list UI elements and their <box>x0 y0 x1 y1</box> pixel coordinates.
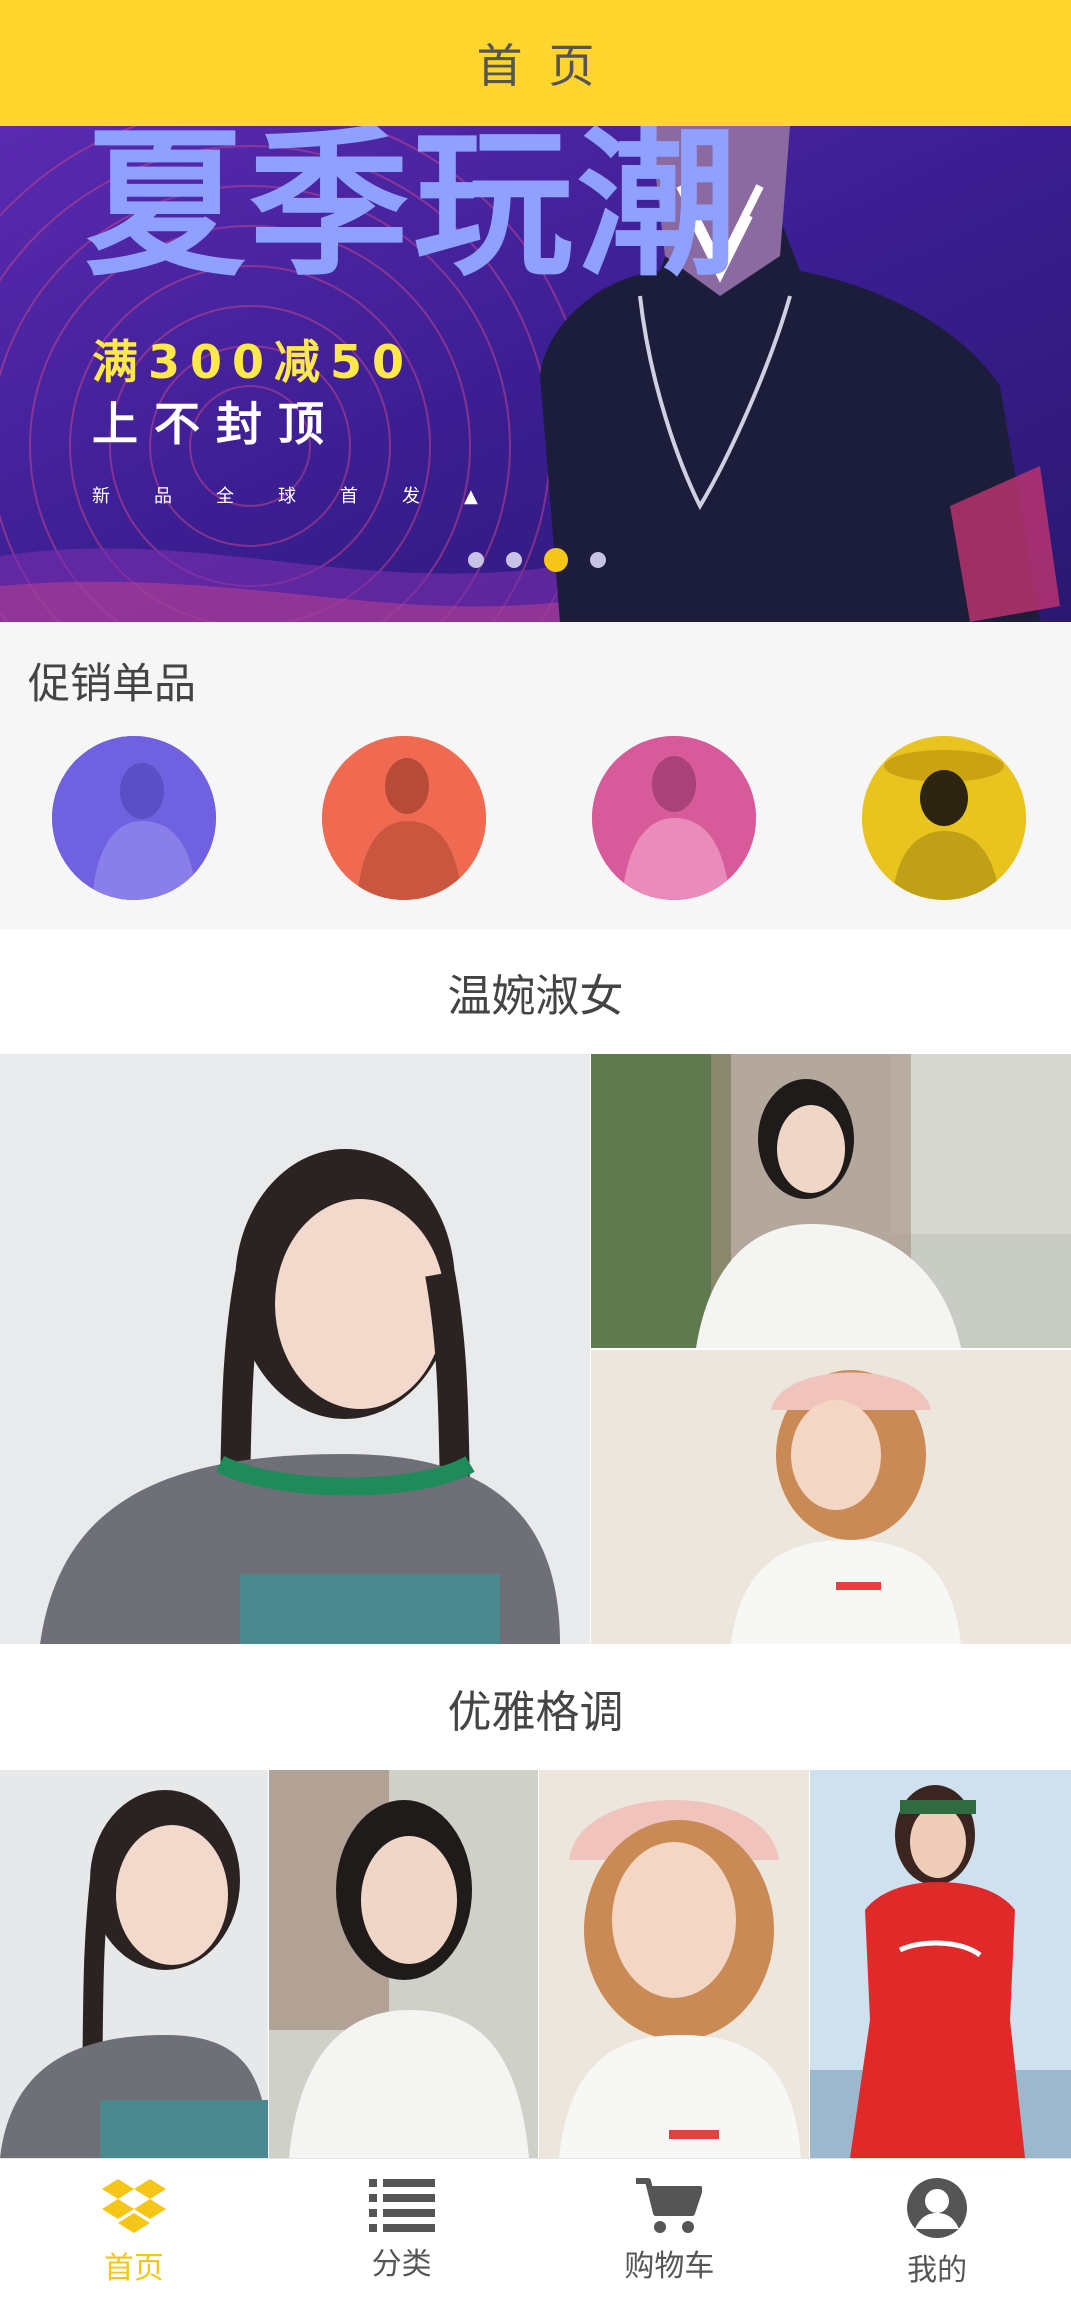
page-title: 首页 <box>476 39 621 93</box>
promo-item-image <box>862 736 1026 900</box>
banner-tagline: 新品全球首发▲ <box>92 486 522 507</box>
bottom-tab-bar: 首页 分类 购物车 我的 <box>0 2158 1071 2307</box>
carousel-indicator <box>468 548 606 572</box>
photo-placeholder <box>591 1054 1071 1348</box>
dropbox-icon <box>101 2179 166 2233</box>
carousel-dot[interactable] <box>468 552 484 568</box>
promo-title: 促销单品 <box>28 659 197 708</box>
photo-placeholder <box>810 1770 1071 2158</box>
photo-placeholder <box>591 1350 1071 1644</box>
tab-label-profile: 我的 <box>907 2253 968 2288</box>
product-image-braids[interactable] <box>0 1054 590 1644</box>
product-image-white-shirt-2[interactable] <box>269 1770 538 2158</box>
tab-category[interactable]: 分类 <box>268 2159 536 2307</box>
product-image-pink-cap[interactable] <box>591 1350 1071 1644</box>
promo-item-3[interactable] <box>592 736 756 900</box>
product-image-pink-cap-2[interactable] <box>539 1770 809 2158</box>
promo-section: 促销单品 <box>0 622 1071 930</box>
user-icon <box>907 2178 968 2238</box>
promo-item-4[interactable] <box>862 736 1026 900</box>
tab-label-cart: 购物车 <box>624 2249 715 2284</box>
promo-item-1[interactable] <box>52 736 216 900</box>
product-image-red-dress[interactable] <box>810 1770 1071 2158</box>
promo-item-image <box>592 736 756 900</box>
promo-item-image <box>52 736 216 900</box>
tab-profile[interactable]: 我的 <box>803 2159 1071 2307</box>
product-image-braids-2[interactable] <box>0 1770 268 2158</box>
tab-label-home: 首页 <box>103 2251 164 2286</box>
section-title-gentle: 温婉淑女 <box>447 971 624 1022</box>
section-title-elegant: 优雅格调 <box>447 1687 624 1738</box>
list-icon <box>368 2179 435 2232</box>
banner-offer: 满300减50 <box>92 335 415 389</box>
promo-banner[interactable]: 夏季玩潮 满300减50 上不封顶 新品全球首发▲ <box>0 126 1071 622</box>
carousel-dot-active[interactable] <box>544 548 568 572</box>
product-image-white-shirt[interactable] <box>591 1054 1071 1348</box>
promo-item-image <box>322 736 486 900</box>
cart-icon <box>636 2178 703 2233</box>
promo-item-2[interactable] <box>322 736 486 900</box>
carousel-dot[interactable] <box>506 552 522 568</box>
photo-placeholder <box>269 1770 538 2158</box>
tab-home[interactable]: 首页 <box>0 2159 268 2307</box>
carousel-dot[interactable] <box>590 552 606 568</box>
tab-label-category: 分类 <box>371 2247 432 2282</box>
banner-headline: 夏季玩潮 <box>85 126 742 298</box>
banner-subline: 上不封顶 <box>92 397 340 451</box>
tab-cart[interactable]: 购物车 <box>536 2159 804 2307</box>
photo-placeholder <box>0 1770 268 2158</box>
app-header: 首页 <box>0 0 1071 126</box>
photo-placeholder <box>0 1054 590 1644</box>
photo-placeholder <box>539 1770 809 2158</box>
